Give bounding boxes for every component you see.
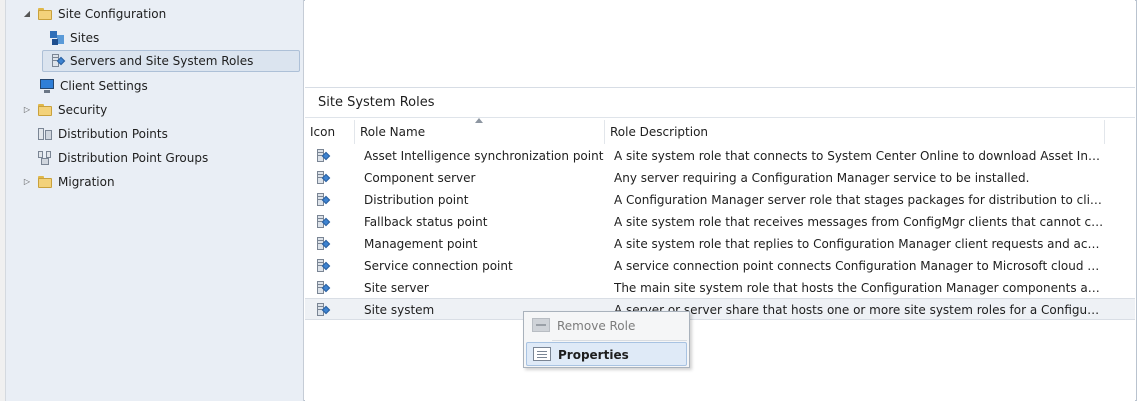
role-description: The main site system role that hosts the…: [614, 281, 1104, 295]
table-row[interactable]: Service connection point A service conne…: [305, 255, 1135, 277]
folder-icon: [37, 174, 53, 190]
table-row[interactable]: Distribution point A Configuration Manag…: [305, 189, 1135, 211]
nav-item-servers-and-site-system-roles[interactable]: Servers and Site System Roles: [42, 50, 300, 72]
site-system-role-icon: [314, 170, 331, 186]
column-header-icon[interactable]: Icon: [305, 120, 355, 144]
nav-item-label: Site Configuration: [58, 7, 167, 21]
table-row-selected[interactable]: Site system A server or server share tha…: [305, 298, 1135, 320]
site-system-role-icon: [314, 258, 331, 274]
monitor-icon: [39, 78, 55, 94]
section-title: Site System Roles: [318, 95, 435, 110]
nav-item-label: Distribution Point Groups: [58, 151, 209, 165]
nav-item-label: Distribution Points: [58, 127, 168, 141]
site-system-role-icon: [314, 148, 331, 164]
role-name: Site server: [364, 281, 429, 295]
main-pane: Site System Roles Icon Role Name Role De…: [305, 0, 1135, 401]
menu-item-label: Remove Role: [557, 319, 636, 333]
role-name: Component server: [364, 171, 476, 185]
properties-icon: [533, 347, 551, 361]
role-description: A service connection point connects Conf…: [614, 259, 1104, 273]
site-system-role-icon: [314, 236, 331, 252]
table-row[interactable]: Asset Intelligence synchronization point…: [305, 145, 1135, 167]
role-description: Any server requiring a Configuration Man…: [614, 171, 1030, 185]
nav-item-site-configuration[interactable]: Site Configuration: [37, 3, 166, 25]
nav-item-distribution-point-groups[interactable]: Distribution Point Groups: [37, 147, 208, 169]
expander-migration[interactable]: ▷: [22, 176, 32, 186]
nav-item-label: Servers and Site System Roles: [70, 54, 254, 68]
table-row[interactable]: Management point A site system role that…: [305, 233, 1135, 255]
site-system-role-icon: [314, 280, 331, 296]
column-header-role-description[interactable]: Role Description: [605, 120, 1105, 144]
expander-site-configuration[interactable]: ◢: [22, 8, 32, 18]
role-name: Service connection point: [364, 259, 513, 273]
site-system-role-icon: [314, 192, 331, 208]
expander-security[interactable]: ▷: [22, 104, 32, 114]
role-name: Fallback status point: [364, 215, 488, 229]
nav-item-sites[interactable]: Sites: [49, 27, 99, 49]
menu-item-remove-role[interactable]: Remove Role: [526, 314, 687, 338]
site-system-role-icon: [49, 53, 66, 69]
role-description: A site system role that receives message…: [614, 215, 1104, 229]
site-system-role-icon: [314, 302, 331, 318]
navigation-pane: ◢ Site Configuration Sites Servers and S…: [6, 0, 304, 401]
role-description: A site system role that connects to Syst…: [614, 149, 1104, 163]
nav-item-security[interactable]: Security: [37, 99, 107, 121]
role-name: Distribution point: [364, 193, 469, 207]
table-row[interactable]: Fallback status point A site system role…: [305, 211, 1135, 233]
table-row[interactable]: Component server Any server requiring a …: [305, 167, 1135, 189]
details-area: [305, 0, 1135, 88]
nav-item-client-settings[interactable]: Client Settings: [39, 75, 148, 97]
role-name: Asset Intelligence synchronization point: [364, 149, 604, 163]
sites-icon: [49, 30, 65, 46]
folder-icon: [37, 102, 53, 118]
nav-item-migration[interactable]: Migration: [37, 171, 115, 193]
nav-item-label: Sites: [70, 31, 100, 45]
remove-icon: [532, 318, 550, 332]
nav-item-label: Migration: [58, 175, 115, 189]
role-name: Site system: [364, 303, 435, 317]
header-separator: [305, 117, 1135, 118]
distribution-point-icon: [37, 126, 53, 142]
role-description: A Configuration Manager server role that…: [614, 193, 1104, 207]
context-menu: Remove Role Properties: [523, 311, 690, 368]
menu-item-properties[interactable]: Properties: [526, 342, 687, 366]
menu-item-label: Properties: [558, 348, 629, 362]
column-header-role-name[interactable]: Role Name: [355, 120, 605, 144]
site-system-role-icon: [314, 214, 331, 230]
nav-item-label: Client Settings: [60, 79, 148, 93]
menu-separator: [552, 340, 687, 341]
folder-icon: [37, 6, 53, 22]
distribution-point-group-icon: [37, 150, 53, 166]
role-description: A site system role that replies to Confi…: [614, 237, 1104, 251]
table-row[interactable]: Site server The main site system role th…: [305, 277, 1135, 299]
role-name: Management point: [364, 237, 478, 251]
nav-item-label: Security: [58, 103, 108, 117]
nav-item-distribution-points[interactable]: Distribution Points: [37, 123, 168, 145]
